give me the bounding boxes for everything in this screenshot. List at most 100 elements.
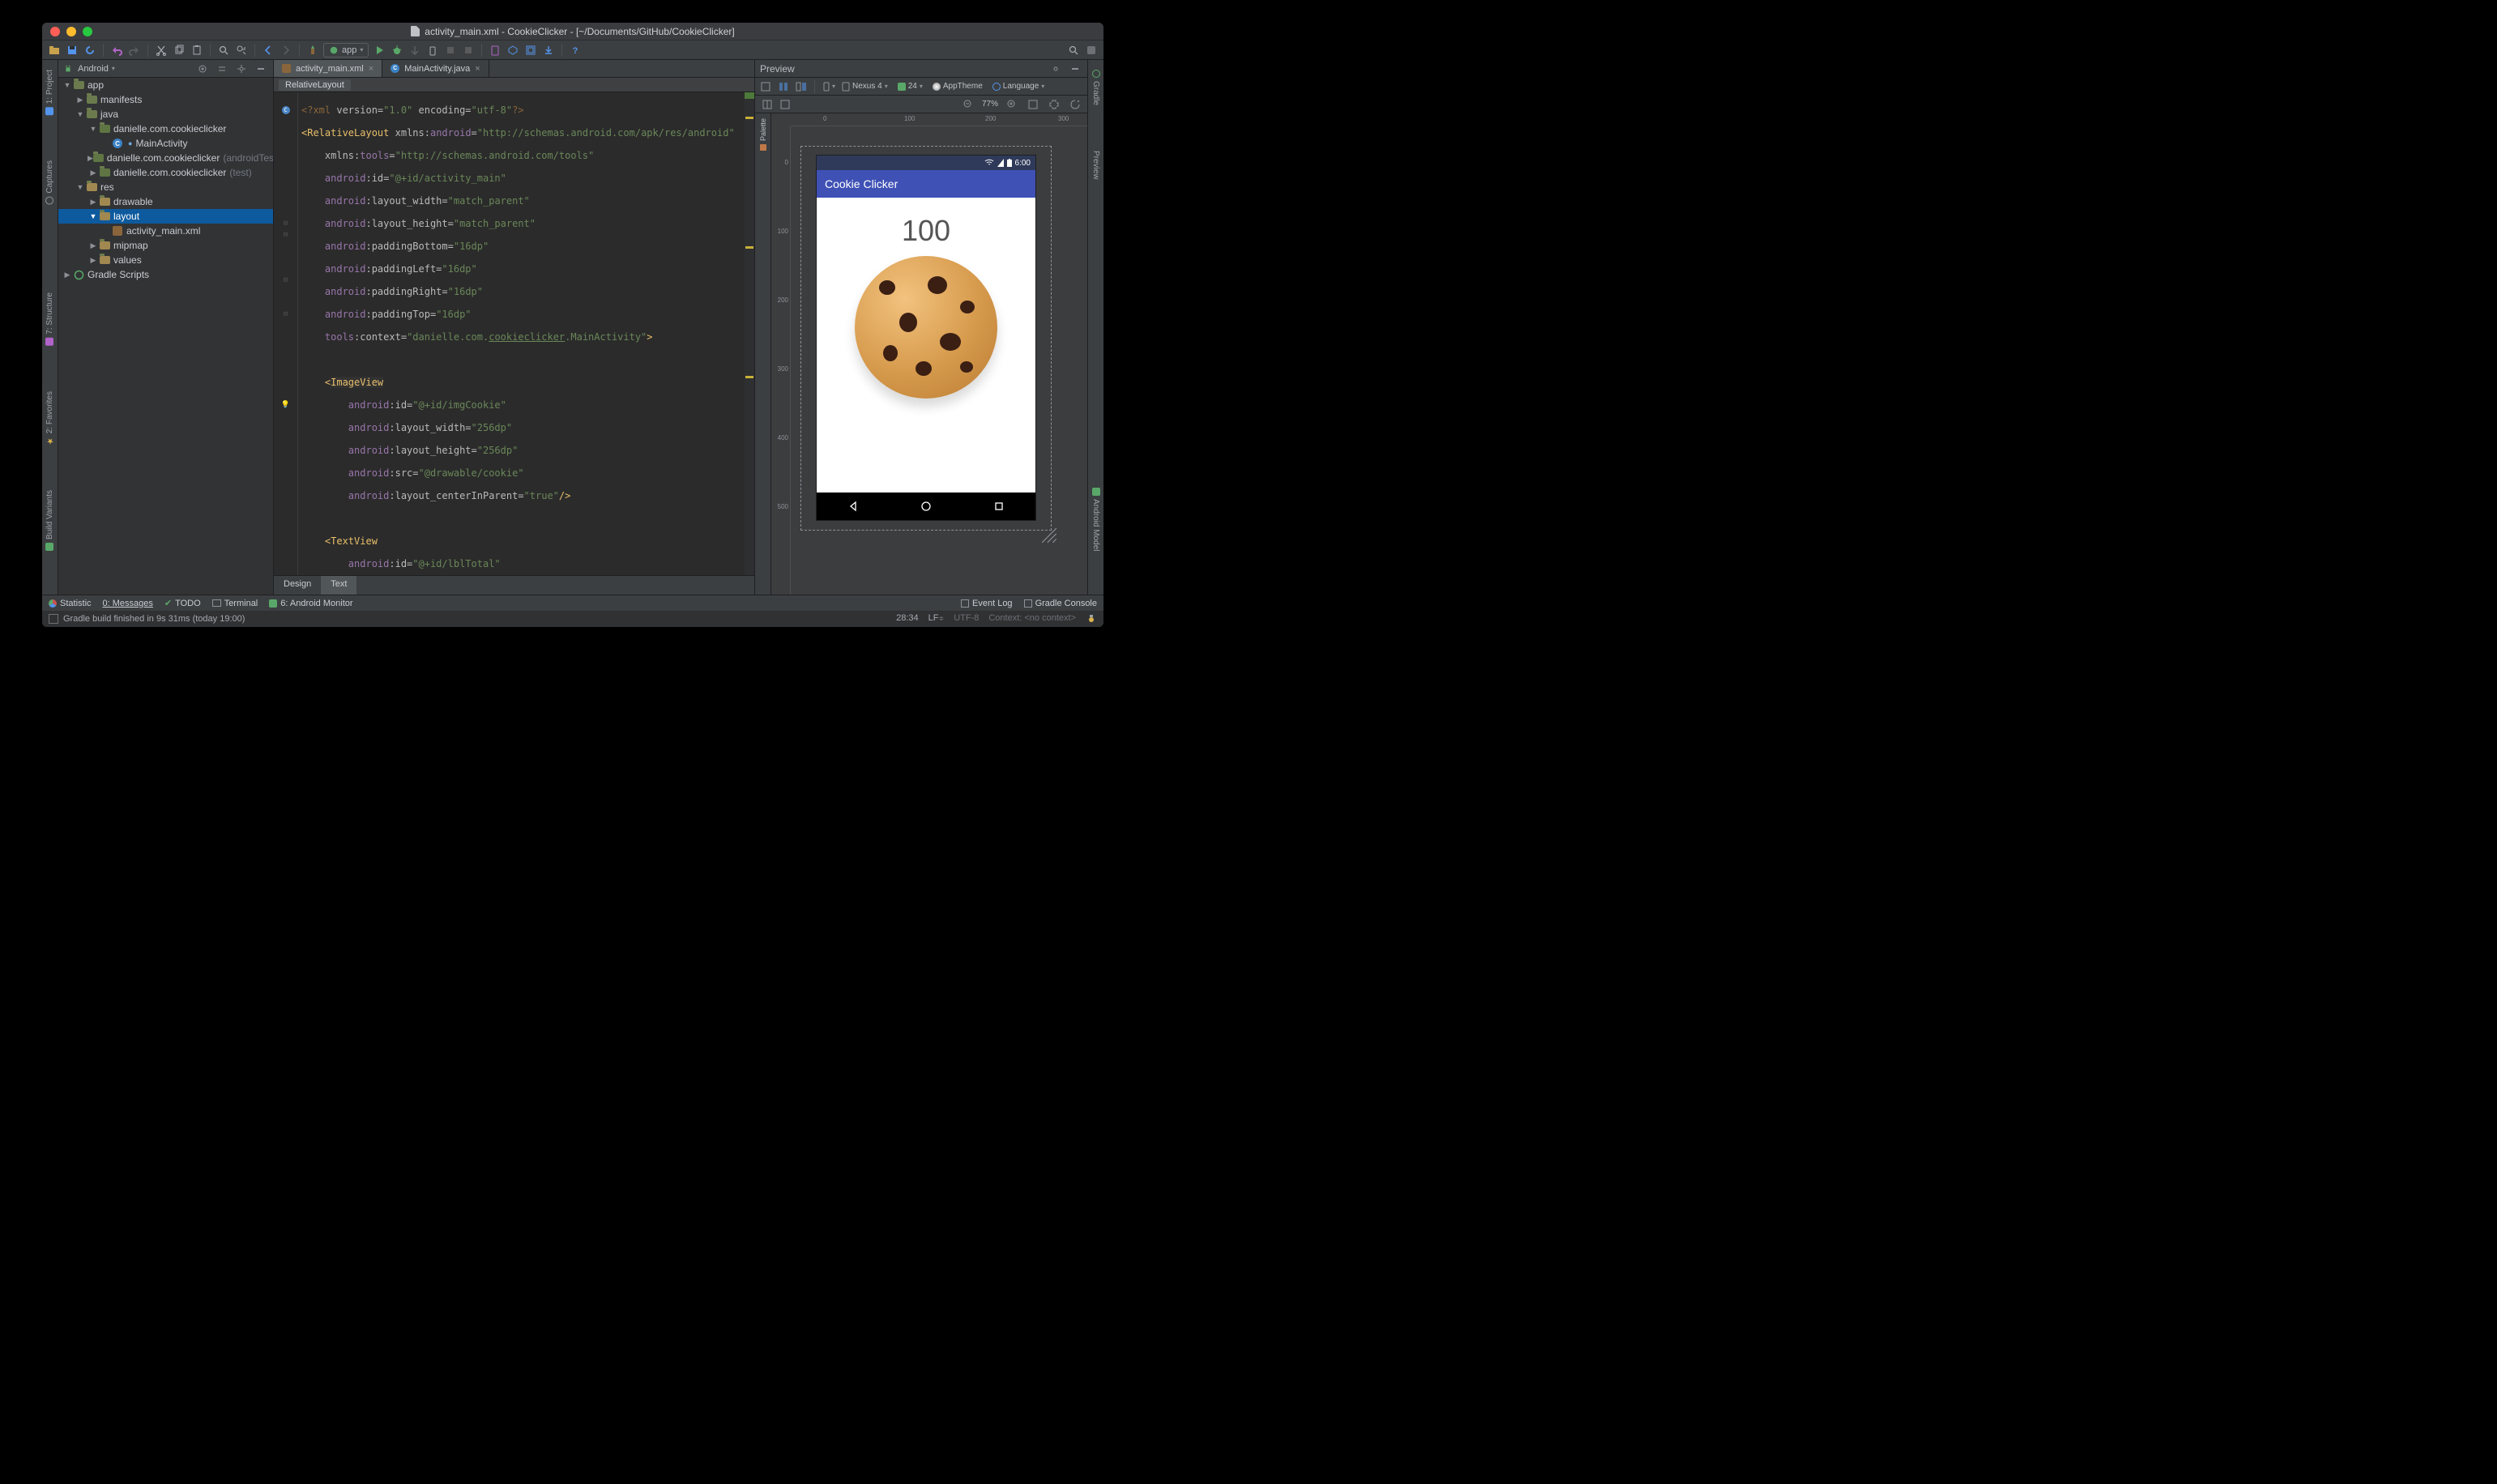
zoom-in-icon[interactable]: [1005, 97, 1019, 112]
open-icon[interactable]: [47, 43, 62, 58]
both-icon[interactable]: [794, 79, 809, 94]
tree-node-java[interactable]: ▼java: [58, 107, 273, 122]
statusbar-toggle-icon[interactable]: [49, 614, 58, 624]
build-variants-toolwindow-tab[interactable]: Build Variants: [44, 484, 56, 557]
line-separator[interactable]: LF≑: [928, 613, 945, 625]
inspection-indicator-icon[interactable]: [1086, 613, 1097, 625]
undo-icon[interactable]: [109, 43, 124, 58]
tree-node-pkg3[interactable]: ▶danielle.com.cookieclicker (test): [58, 165, 273, 180]
project-toolwindow-tab[interactable]: 1: Project: [44, 63, 56, 122]
sdk-manager-icon[interactable]: [506, 43, 520, 58]
tree-node-drawable[interactable]: ▶drawable: [58, 194, 273, 209]
project-view-dropdown[interactable]: Android ▾: [78, 64, 115, 74]
gradle-toolwindow-tab[interactable]: Gradle: [1090, 63, 1102, 112]
design-tab[interactable]: Design: [274, 576, 321, 595]
tree-node-pkg1[interactable]: ▼danielle.com.cookieclicker: [58, 122, 273, 136]
stop-icon-2[interactable]: [461, 43, 476, 58]
resize-handle-icon[interactable]: [1040, 527, 1058, 544]
settings-icon[interactable]: [234, 62, 249, 76]
redo-icon[interactable]: [127, 43, 142, 58]
preview-canvas[interactable]: Palette 0100200300 0100200300400500: [755, 113, 1087, 595]
layout-inspector-icon[interactable]: [523, 43, 538, 58]
theme-dropdown[interactable]: AppTheme: [929, 82, 986, 91]
apply-changes-icon[interactable]: [408, 43, 422, 58]
stop-icon[interactable]: [443, 43, 458, 58]
editor-tab-java[interactable]: CMainActivity.java×: [382, 60, 489, 77]
orientation-icon[interactable]: ▾: [821, 79, 835, 94]
make-icon[interactable]: [305, 43, 320, 58]
palette-tab[interactable]: Palette: [758, 115, 768, 154]
close-tab-icon[interactable]: ×: [475, 64, 480, 74]
design-surface-icon[interactable]: [758, 79, 773, 94]
user-icon[interactable]: [1084, 43, 1099, 58]
close-window-button[interactable]: [50, 27, 60, 36]
captures-toolwindow-tab[interactable]: Captures: [44, 154, 56, 211]
debug-icon[interactable]: [390, 43, 404, 58]
breadcrumb-item[interactable]: RelativeLayout: [279, 79, 351, 91]
preview-toolwindow-tab[interactable]: Preview: [1090, 144, 1102, 186]
zoom-out-icon[interactable]: [961, 97, 975, 112]
android-monitor-toolwindow-tab[interactable]: 6: Android Monitor: [269, 599, 352, 608]
palette-collapse-icon[interactable]: [778, 97, 792, 112]
copy-icon[interactable]: [172, 43, 186, 58]
attach-debugger-icon[interactable]: [425, 43, 440, 58]
project-tree[interactable]: ▼app ▶manifests ▼java ▼danielle.com.cook…: [58, 78, 273, 595]
structure-toolwindow-tab[interactable]: 7: Structure: [44, 286, 56, 352]
error-stripe[interactable]: [745, 92, 754, 575]
favorites-toolwindow-tab[interactable]: ★2: Favorites: [44, 385, 56, 451]
sync-icon[interactable]: [83, 43, 97, 58]
fit-screen-icon[interactable]: [1026, 97, 1040, 112]
todo-toolwindow-tab[interactable]: ✔TODO: [164, 598, 201, 608]
run-config-dropdown[interactable]: app ▾: [323, 43, 369, 58]
tree-node-layout-file[interactable]: activity_main.xml: [58, 224, 273, 238]
text-tab[interactable]: Text: [321, 576, 356, 595]
context-indicator[interactable]: Context: <no context>: [988, 613, 1076, 625]
avd-manager-icon[interactable]: [488, 43, 502, 58]
statistic-toolwindow-tab[interactable]: Statistic: [49, 599, 92, 608]
forward-icon[interactable]: [279, 43, 293, 58]
caret-position[interactable]: 28:34: [896, 613, 919, 625]
close-tab-icon[interactable]: ×: [369, 64, 373, 74]
cut-icon[interactable]: [154, 43, 169, 58]
settings-icon[interactable]: [1048, 62, 1063, 76]
hide-icon[interactable]: [1068, 62, 1082, 76]
file-encoding[interactable]: UTF-8: [954, 613, 979, 625]
save-all-icon[interactable]: [65, 43, 79, 58]
minimize-window-button[interactable]: [66, 27, 76, 36]
android-model-toolwindow-tab[interactable]: Android Model: [1090, 481, 1102, 557]
tree-node-manifests[interactable]: ▶manifests: [58, 92, 273, 107]
tree-node-values[interactable]: ▶values: [58, 253, 273, 267]
code-text[interactable]: <?xml version="1.0" encoding="utf-8"?> <…: [298, 92, 745, 575]
zoom-window-button[interactable]: [83, 27, 92, 36]
gradle-console-toolwindow-tab[interactable]: Gradle Console: [1024, 599, 1097, 608]
tree-node-layout[interactable]: ▼layout: [58, 209, 273, 224]
gutter-icon[interactable]: C: [274, 104, 297, 116]
event-log-toolwindow-tab[interactable]: Event Log: [961, 599, 1013, 608]
tree-node-res[interactable]: ▼res: [58, 180, 273, 194]
pan-icon[interactable]: [1047, 97, 1061, 112]
replace-icon[interactable]: [234, 43, 249, 58]
palette-expand-icon[interactable]: [760, 97, 775, 112]
blueprint-icon[interactable]: [776, 79, 791, 94]
tree-node-gradle[interactable]: ▶Gradle Scripts: [58, 267, 273, 282]
messages-toolwindow-tab[interactable]: 0: Messages: [103, 599, 153, 608]
hide-icon[interactable]: [254, 62, 268, 76]
paste-icon[interactable]: [190, 43, 204, 58]
scroll-from-source-icon[interactable]: [195, 62, 210, 76]
run-icon[interactable]: [372, 43, 386, 58]
tree-node-mipmap[interactable]: ▶mipmap: [58, 238, 273, 253]
device-frame[interactable]: 6:00 Cookie Clicker 100: [817, 156, 1035, 520]
api-dropdown[interactable]: 24▾: [894, 82, 926, 91]
tree-node-pkg2[interactable]: ▶danielle.com.cookieclicker (androidTest…: [58, 151, 273, 165]
terminal-toolwindow-tab[interactable]: Terminal: [212, 599, 258, 608]
help-icon[interactable]: ?: [568, 43, 583, 58]
editor-tab-xml[interactable]: activity_main.xml×: [274, 60, 382, 77]
warnings-icon[interactable]: [1068, 97, 1082, 112]
tree-node-app[interactable]: ▼app: [58, 78, 273, 92]
find-icon[interactable]: [216, 43, 231, 58]
tree-node-mainactivity[interactable]: C●MainActivity: [58, 136, 273, 151]
search-everywhere-icon[interactable]: [1066, 43, 1081, 58]
collapse-all-icon[interactable]: [215, 62, 229, 76]
code-editor[interactable]: C ⊟ ⊟ ⊟ ⊟ 💡 <?xml version="1.0" encoding…: [274, 92, 754, 575]
back-icon[interactable]: [261, 43, 275, 58]
